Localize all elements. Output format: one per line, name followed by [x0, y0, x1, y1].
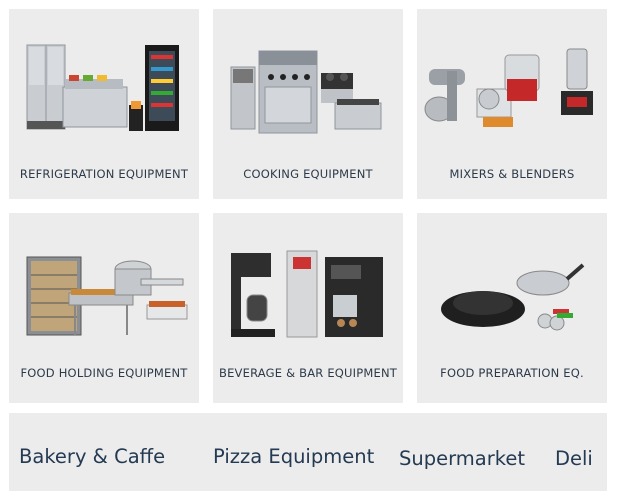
category-label: MIXERS & BLENDERS — [449, 167, 575, 181]
category-card-cooking[interactable]: COOKING EQUIPMENT — [213, 9, 403, 199]
category-card-beverage[interactable]: BEVERAGE & BAR EQUIPMENT — [213, 213, 403, 403]
beverage-icon — [231, 250, 383, 338]
category-label: FOOD PREPARATION EQ. — [440, 366, 584, 380]
link-bakery-caffe[interactable]: Bakery & Caffe — [19, 445, 165, 468]
link-pizza-equipment[interactable]: Pizza Equipment — [213, 445, 374, 468]
food-holding-icon — [26, 256, 188, 336]
refrigeration-icon — [26, 44, 179, 131]
category-label: REFRIGERATION EQUIPMENT — [19, 167, 189, 181]
link-deli[interactable]: Deli — [555, 447, 593, 470]
category-card-mixers[interactable]: MIXERS & BLENDERS — [417, 9, 607, 199]
category-label: BEVERAGE & BAR EQUIPMENT — [218, 366, 397, 380]
category-label: COOKING EQUIPMENT — [243, 167, 373, 181]
food-prep-icon — [441, 263, 585, 331]
category-card-food-holding[interactable]: FOOD HOLDING EQUIPMENT — [9, 213, 199, 403]
sub-category-bar: Bakery & Caffe Pizza Equipment Supermark… — [9, 413, 607, 491]
category-label: FOOD HOLDING EQUIPMENT — [20, 366, 188, 380]
category-card-refrigeration[interactable]: REFRIGERATION EQUIPMENT — [9, 9, 199, 199]
cooking-icon — [230, 50, 382, 134]
link-supermarket[interactable]: Supermarket — [399, 447, 525, 470]
mixer-icon — [424, 48, 593, 127]
category-card-food-prep[interactable]: FOOD PREPARATION EQ. — [417, 213, 607, 403]
